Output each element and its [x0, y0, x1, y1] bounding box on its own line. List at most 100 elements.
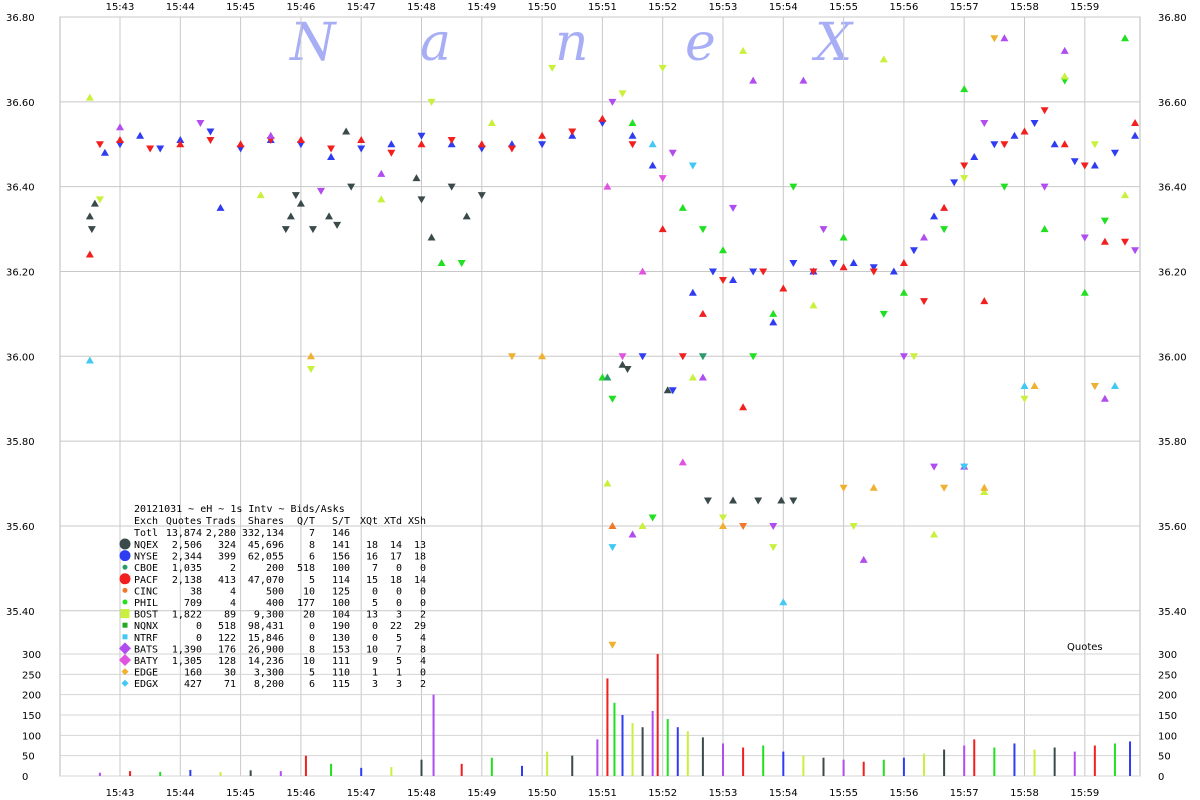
volume-tick-label-right: 50 [1158, 752, 1171, 763]
volume-bar [613, 702, 616, 776]
table-cell: 2 [230, 563, 236, 574]
table-header: Q/T [297, 516, 315, 527]
table-header: Exch [134, 516, 158, 527]
x-tick-label: 15:44 [166, 788, 195, 799]
table-cell: 153 [332, 644, 350, 655]
table-total-cell: 146 [332, 528, 350, 539]
x-tick-label: 15:48 [407, 2, 436, 13]
x-tick-label: 15:49 [467, 2, 496, 13]
table-cell: 13 [366, 610, 378, 621]
x-tick-label: 15:59 [1070, 788, 1099, 799]
volume-bar [1093, 745, 1096, 776]
y-tick-label-left: 36.00 [6, 352, 35, 363]
x-tick-label: 15:52 [648, 788, 677, 799]
table-cell: 518 [218, 621, 236, 632]
table-total-cell: 13,874 [166, 528, 202, 539]
table-cell: 1,822 [172, 610, 202, 621]
table-cell: 413 [218, 575, 236, 586]
table-cell: 5 [309, 575, 315, 586]
table-cell: 100 [332, 563, 350, 574]
volume-bar [521, 765, 523, 776]
table-cell: 3 [396, 679, 402, 690]
table-header: Quotes [166, 516, 202, 527]
volume-bar [304, 755, 307, 776]
volume-bar [1113, 743, 1116, 776]
table-cell: 1,305 [172, 656, 202, 667]
table-cell: 4 [420, 656, 426, 667]
table-cell: 2 [420, 679, 426, 690]
x-tick-label: 15:43 [106, 788, 135, 799]
volume-bar [1033, 749, 1036, 776]
volume-bar [631, 723, 634, 776]
table-cell: 122 [218, 633, 236, 644]
volume-bar [802, 755, 805, 776]
table-cell: 16 [366, 552, 378, 563]
table-cell: 1 [372, 668, 378, 679]
table-cell: 114 [332, 575, 350, 586]
volume-bar [420, 759, 423, 776]
volume-bar [129, 771, 132, 776]
table-cell: 0 [396, 586, 402, 597]
table-cell: 10 [366, 644, 378, 655]
table-cell: 110 [332, 668, 350, 679]
volume-bar [98, 772, 101, 776]
table-cell: NQNX [134, 621, 158, 632]
table-cell: 2,506 [172, 540, 202, 551]
volume-bar [882, 759, 885, 776]
table-cell: CINC [134, 586, 158, 597]
volume-bar [460, 763, 463, 776]
table-cell: 0 [309, 633, 315, 644]
table-cell: 8 [420, 644, 426, 655]
table-cell: 38 [190, 586, 202, 597]
volume-bar [330, 763, 333, 776]
x-tick-label: 15:59 [1070, 2, 1099, 13]
table-cell: 141 [332, 540, 350, 551]
table-cell: 200 [266, 563, 284, 574]
volume-bar [722, 743, 724, 776]
table-cell: 9 [372, 656, 378, 667]
y-tick-label-right: 35.80 [1158, 437, 1187, 448]
y-tick-label-left: 36.60 [6, 98, 35, 109]
legend-marker-nqnx [122, 622, 128, 628]
volume-bar [621, 715, 624, 776]
x-tick-label: 15:49 [467, 788, 496, 799]
x-tick-label: 15:55 [829, 2, 858, 13]
table-cell: PHIL [134, 598, 158, 609]
table-cell: NTRF [134, 633, 158, 644]
volume-tick-label-left: 100 [22, 731, 41, 742]
table-header: S/T [332, 516, 350, 527]
y-tick-label-left: 35.80 [6, 437, 35, 448]
table-cell: NYSE [134, 552, 158, 563]
volume-tick-label-right: 300 [1158, 650, 1177, 661]
table-cell: 13 [414, 540, 426, 551]
y-tick-label-left: 35.60 [6, 522, 35, 533]
volume-tick-label-right: 0 [1158, 772, 1164, 783]
table-cell: 26,900 [248, 644, 284, 655]
volume-bar [822, 757, 825, 776]
volume-bar [862, 761, 865, 776]
x-tick-label: 15:45 [226, 2, 255, 13]
table-cell: 190 [332, 621, 350, 632]
x-tick-label: 15:50 [528, 2, 557, 13]
y-tick-label-right: 36.00 [1158, 352, 1187, 363]
volume-bar [159, 771, 162, 776]
table-header: XTd [384, 516, 402, 527]
table-cell: 10 [303, 656, 315, 667]
table-cell: 4 [230, 598, 236, 609]
table-cell: 20 [303, 610, 315, 621]
volume-tick-label-left: 250 [22, 670, 41, 681]
table-cell: 0 [420, 586, 426, 597]
volume-bar [742, 747, 745, 776]
table-cell: 8,200 [254, 679, 284, 690]
table-cell: EDGE [134, 668, 158, 679]
table-cell: 8 [309, 644, 315, 655]
table-cell: 111 [332, 656, 350, 667]
volume-tick-label-right: 100 [1158, 731, 1177, 742]
volume-bar [686, 731, 689, 776]
table-cell: 160 [184, 668, 202, 679]
watermark-letter: e [685, 13, 716, 73]
volume-bar [666, 719, 669, 776]
y-tick-label-right: 36.60 [1158, 98, 1187, 109]
volume-bar [1073, 751, 1076, 776]
volume-bar [923, 753, 925, 776]
